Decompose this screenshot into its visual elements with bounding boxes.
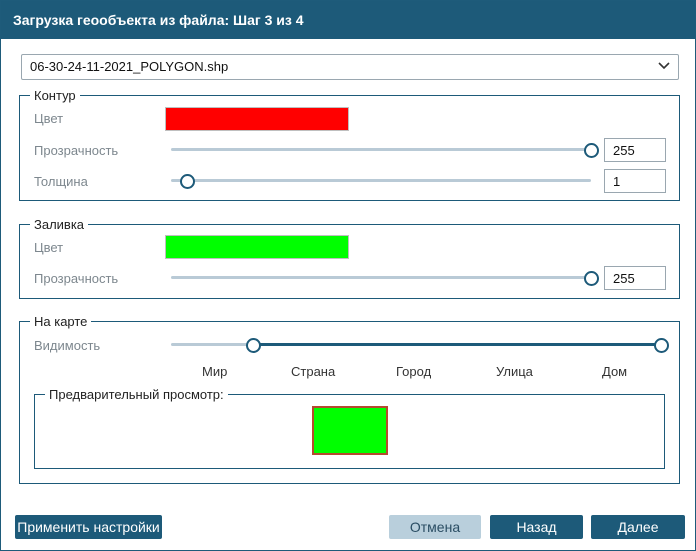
outline-opacity-label: Прозрачность [34, 143, 119, 158]
fill-opacity-track[interactable] [171, 276, 591, 279]
dialog: Загрузка геообъекта из файла: Шаг 3 из 4… [0, 0, 696, 551]
outline-color-swatch[interactable] [165, 107, 349, 131]
outline-thickness-input[interactable]: 1 [604, 169, 666, 193]
visibility-max-handle[interactable] [654, 338, 669, 353]
scale-label-house: Дом [602, 364, 628, 379]
fill-legend: Заливка [34, 217, 85, 232]
outline-legend: Контур [34, 88, 76, 103]
outline-opacity-track[interactable] [171, 148, 591, 151]
outline-opacity-slider-handle[interactable] [584, 143, 599, 158]
preview-legend: Предварительный просмотр: [49, 387, 224, 402]
visibility-label: Видимость [34, 338, 101, 353]
preview-polygon [312, 406, 388, 455]
outline-thickness-label: Толщина [34, 174, 88, 189]
dialog-titlebar: Загрузка геообъекта из файла: Шаг 3 из 4 [1, 1, 695, 39]
outline-color-label: Цвет [34, 111, 64, 126]
apply-settings-button[interactable]: Применить настройки [15, 515, 162, 539]
back-button[interactable]: Назад [490, 515, 583, 539]
scale-label-street: Улица [496, 364, 533, 379]
file-select[interactable]: 06-30-24-11-2021_POLYGON.shp [21, 54, 679, 80]
outline-thickness-slider-handle[interactable] [180, 174, 195, 189]
scale-label-world: Мир [202, 364, 228, 379]
file-select-value: 06-30-24-11-2021_POLYGON.shp [30, 59, 229, 74]
next-button[interactable]: Далее [591, 515, 685, 539]
fill-opacity-label: Прозрачность [34, 271, 119, 286]
dialog-title: Загрузка геообъекта из файла: Шаг 3 из 4 [13, 12, 304, 28]
scale-label-city: Город [396, 364, 432, 379]
map-legend: На карте [34, 314, 88, 329]
chevron-down-icon [658, 62, 670, 70]
cancel-button[interactable]: Отмена [389, 515, 481, 539]
fill-color-label: Цвет [34, 240, 64, 255]
scale-label-country: Страна [291, 364, 336, 379]
outline-opacity-input[interactable]: 255 [604, 138, 666, 162]
fill-opacity-slider-handle[interactable] [584, 271, 599, 286]
outline-thickness-track[interactable] [171, 179, 591, 182]
fill-group: Заливка [19, 217, 680, 299]
visibility-min-handle[interactable] [246, 338, 261, 353]
fill-color-swatch[interactable] [165, 235, 349, 259]
fill-opacity-input[interactable]: 255 [604, 266, 666, 290]
visibility-selected-range [252, 343, 660, 346]
